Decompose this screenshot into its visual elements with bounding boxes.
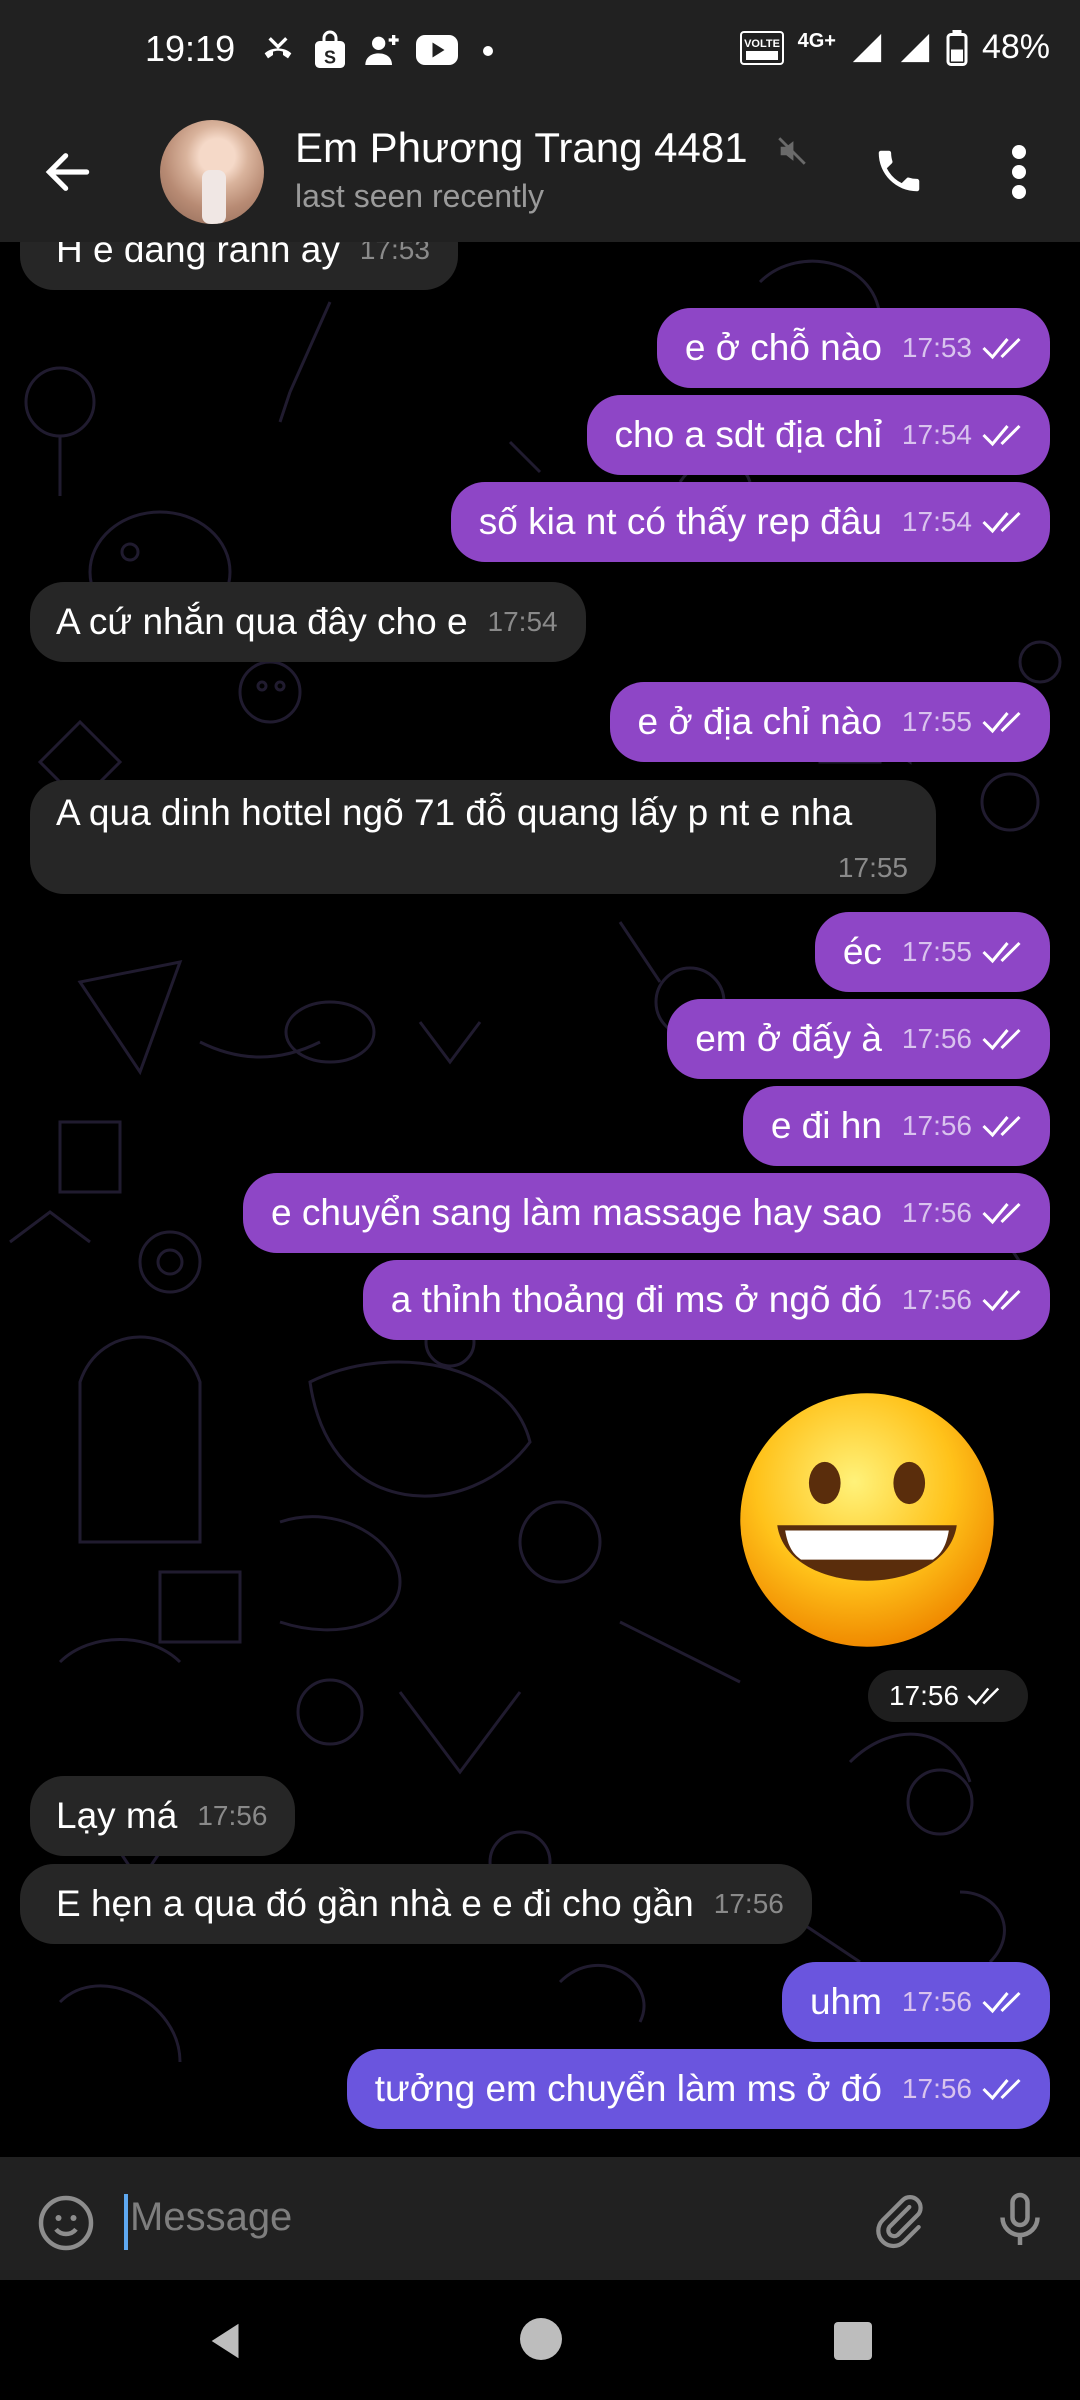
double-check-icon (982, 511, 1021, 534)
double-check-icon (982, 1028, 1021, 1051)
sticker-timestamp: 17:56 (868, 1670, 1028, 1722)
svg-text:VOLTE: VOLTE (744, 38, 780, 50)
nav-back-icon[interactable] (204, 2318, 250, 2364)
outgoing-message[interactable]: a thỉnh thoảng đi ms ở ngõ đó 17:56 (362, 1260, 1050, 1340)
double-check-icon (982, 1115, 1021, 1138)
double-check-icon (982, 1991, 1021, 2014)
double-check-icon (982, 941, 1021, 964)
microphone-icon[interactable] (990, 2189, 1050, 2251)
outgoing-message[interactable]: e ở địa chỉ nào 17:55 (609, 682, 1050, 762)
battery-percent: 48% (981, 28, 1050, 66)
attach-icon[interactable] (872, 2193, 928, 2249)
emoji-icon[interactable] (36, 2193, 96, 2253)
outgoing-message[interactable]: uhm 17:56 (781, 1962, 1050, 2042)
chat-area[interactable]: H e đang rảnh ấy 17:53 e ở chỗ nào 17:53… (0, 242, 1080, 2157)
add-contact-icon (362, 30, 402, 75)
double-check-icon (982, 1289, 1021, 1312)
status-time: 19:19 (145, 28, 236, 69)
message-input-bar: Message (0, 2157, 1080, 2280)
muted-icon (778, 137, 806, 165)
incoming-message[interactable]: A cứ nhắn qua đây cho e 17:54 (30, 582, 586, 662)
nav-home-icon[interactable] (520, 2318, 562, 2360)
text-cursor (124, 2194, 128, 2250)
outgoing-message[interactable]: e chuyển sang làm massage hay sao 17:56 (243, 1173, 1050, 1253)
incoming-message[interactable]: E hẹn a qua đó gần nhà e e đi cho gần 17… (20, 1864, 812, 1944)
status-bar: 19:19 S VOLTE 4G+ 48% (0, 0, 1080, 100)
signal-icon (852, 33, 882, 62)
more-options-icon[interactable] (1004, 142, 1034, 202)
system-icons: VOLTE 4G+ 48% (739, 28, 1050, 67)
incoming-message[interactable]: H e đang rảnh ấy 17:53 (20, 242, 458, 290)
dot-icon (482, 44, 494, 62)
double-check-icon (982, 711, 1021, 734)
signal-icon-2 (900, 33, 930, 62)
outgoing-message[interactable]: e ở chỗ nào 17:53 (656, 308, 1050, 388)
nav-recents-icon[interactable] (834, 2322, 872, 2360)
missed-call-icon (258, 30, 298, 75)
last-seen-status: last seen recently (295, 178, 545, 214)
message-input[interactable]: Message (130, 2195, 292, 2240)
incoming-message[interactable]: A qua dinh hottel ngõ 71 đỗ quang lấy p … (30, 780, 936, 894)
youtube-icon (416, 34, 458, 71)
double-check-icon (982, 2078, 1021, 2101)
outgoing-message[interactable]: tưởng em chuyển làm ms ở đó 17:56 (346, 2049, 1050, 2129)
outgoing-message[interactable]: e đi hn 17:56 (742, 1086, 1050, 1166)
incoming-message[interactable]: Lạy má 17:56 (30, 1776, 296, 1856)
system-navigation-bar (0, 2280, 1080, 2400)
outgoing-message[interactable]: éc 17:55 (814, 912, 1050, 992)
network-type: 4G+ (797, 30, 836, 52)
volte-icon: VOLTE (739, 30, 784, 65)
outgoing-message[interactable]: số kia nt có thấy rep đâu 17:54 (450, 482, 1050, 562)
phone-icon[interactable] (872, 144, 926, 198)
double-check-icon (982, 424, 1021, 447)
notification-icons: S (258, 30, 494, 75)
double-check-icon (967, 1687, 1000, 1706)
double-check-icon (982, 1202, 1021, 1225)
contact-name[interactable]: Em Phương Trang 4481 (295, 124, 748, 172)
back-arrow-icon[interactable] (40, 144, 96, 200)
outgoing-message[interactable]: em ở đấy à 17:56 (667, 999, 1050, 1079)
grinning-face-emoji-sticker[interactable] (735, 1388, 999, 1652)
double-check-icon (982, 337, 1021, 360)
svg-text:S: S (324, 48, 336, 68)
avatar[interactable] (160, 120, 264, 224)
shopee-icon: S (312, 30, 348, 75)
chat-header: Em Phương Trang 4481 last seen recently (0, 100, 1080, 242)
battery-icon (946, 29, 968, 66)
outgoing-message[interactable]: cho a sdt địa chỉ 17:54 (586, 395, 1050, 475)
